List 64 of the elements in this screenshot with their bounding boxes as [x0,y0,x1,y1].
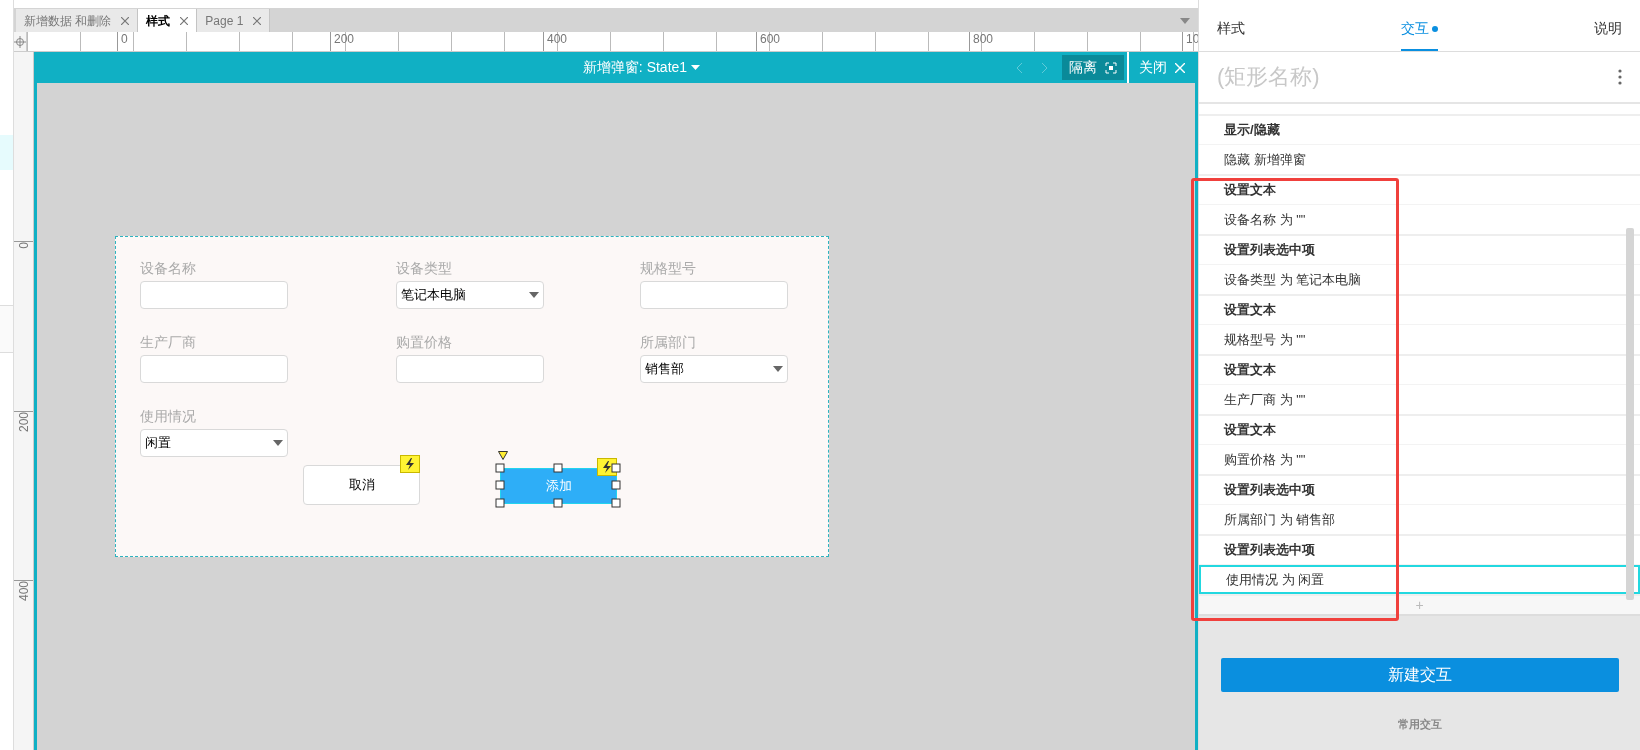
section-label: 常用交互 [1397,717,1442,732]
action-detail[interactable]: 隐藏 新增弹窗 [1199,145,1640,174]
action-detail[interactable]: 生产厂商 为 "" [1199,385,1640,414]
ruler-label: 0 [120,32,128,46]
close-icon[interactable] [253,16,262,25]
field-label: 生产厂商 [140,333,197,351]
lightning-icon [400,455,420,473]
input-field[interactable] [140,355,288,383]
action-title[interactable]: 设置列表选中项 [1199,236,1640,265]
action-title[interactable]: 设置列表选中项 [1199,536,1640,565]
cancel-button[interactable]: 取消 [303,465,420,505]
crosshair-icon [14,35,26,48]
action-detail[interactable]: 设备名称 为 "" [1199,205,1640,234]
close-icon[interactable] [121,16,130,25]
ruler-label: 200 [333,32,355,46]
focus-icon [1105,61,1117,74]
ruler-label: 0 [15,242,32,251]
more-icon[interactable] [1618,69,1622,85]
panel-tab[interactable]: 说明 [1594,8,1622,51]
action-detail[interactable]: 购置价格 为 "" [1199,445,1640,474]
panel-tab[interactable]: 样式 [1217,8,1245,51]
field-label: 使用情况 [140,407,197,425]
cut-off-list-row[interactable] [1199,104,1640,116]
action-detail[interactable]: 规格型号 为 "" [1199,325,1640,354]
action-title[interactable]: 设置文本 [1199,296,1640,325]
highlighted-row[interactable] [0,135,13,170]
action-detail[interactable]: 所属部门 为 销售部 [1199,505,1640,534]
close-icon[interactable] [180,16,189,25]
document-tab[interactable]: 样式 [138,9,198,32]
dropdown-caret-icon[interactable] [1180,18,1190,24]
dropdown-caret-icon [273,440,283,446]
field-label: 规格型号 [640,259,697,277]
list-row[interactable] [0,305,13,353]
dropdown-field[interactable]: 闲置 [140,429,288,457]
document-tab[interactable]: Page 1 [197,9,271,32]
input-field[interactable] [396,355,544,383]
action-title[interactable]: 设置文本 [1199,416,1640,445]
triangle-marker-icon [498,451,508,460]
ruler-label: 800 [972,32,994,46]
input-field[interactable] [140,281,288,309]
ruler-label: 600 [759,32,781,46]
action-detail[interactable]: 设备类型 为 笔记本电脑 [1199,265,1640,294]
new-interaction-button[interactable]: 新建交互 [1220,658,1619,692]
close-icon [1175,62,1185,73]
field-label: 购置价格 [396,333,453,351]
dropdown-field[interactable]: 笔记本电脑 [396,281,544,309]
field-label: 设备名称 [140,259,197,277]
isolate-button[interactable]: 隔离 [1062,55,1124,80]
action-title[interactable]: 设置列表选中项 [1199,476,1640,505]
ruler-label: 400 [546,32,568,46]
action-title[interactable]: 设置文本 [1199,176,1640,205]
action-title[interactable]: 显示/隐藏 [1199,116,1640,145]
dropdown-field[interactable]: 销售部 [640,355,788,383]
field-label: 所属部门 [640,333,697,351]
ruler-label: 400 [15,581,32,604]
caret-icon[interactable] [691,65,701,70]
input-field[interactable] [640,281,788,309]
document-tab[interactable]: 新增数据 和删除 [16,9,139,32]
action-title[interactable]: 设置文本 [1199,356,1640,385]
field-label: 设备类型 [396,259,453,277]
dropdown-caret-icon [529,292,539,298]
ruler-label: 200 [15,411,32,434]
dropdown-caret-icon [773,366,783,372]
action-detail[interactable]: 使用情况 为 闲置 [1199,565,1640,594]
